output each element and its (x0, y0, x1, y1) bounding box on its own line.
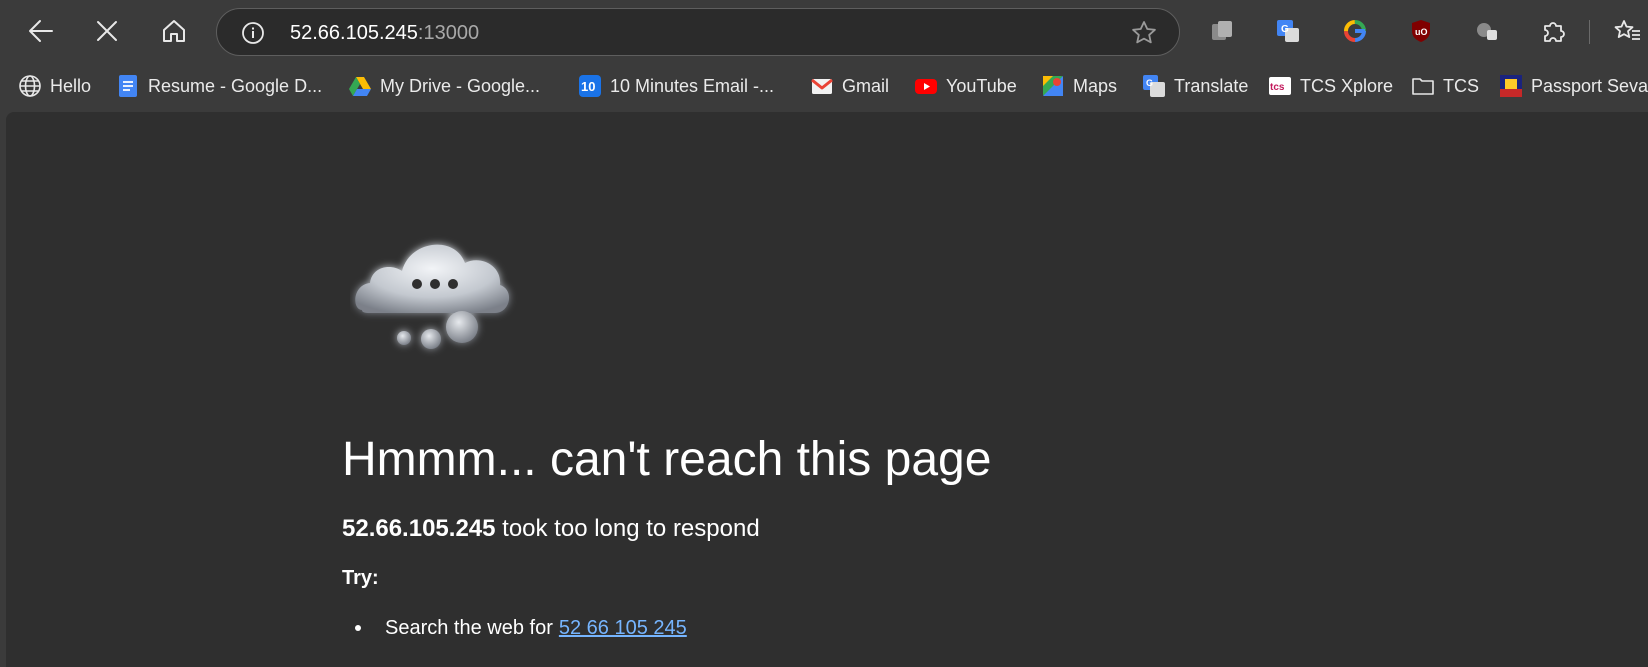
bullet (355, 625, 361, 631)
home-button[interactable] (154, 11, 194, 51)
address-host: 52.66.105.245 (290, 22, 418, 44)
favorite-passport-seva[interactable]: Passport Seva (1499, 72, 1648, 100)
stop-button[interactable] (87, 11, 127, 51)
suggestion-prefix: Search the web for (385, 617, 553, 639)
browser-toolbar: 52.66.105.245:13000 G uO (0, 0, 1648, 64)
favorite-label: Gmail (842, 75, 890, 96)
home-icon (163, 20, 185, 42)
favorite-10-minutes-email[interactable]: 10 10 Minutes Email -... (578, 72, 774, 100)
address-text[interactable]: 52.66.105.245:13000 (290, 22, 479, 44)
error-title: Hmmm... can't reach this page (342, 433, 992, 486)
favorite-translate[interactable]: G Translate (1142, 72, 1248, 100)
google-icon[interactable] (1340, 16, 1370, 46)
ublock-icon[interactable]: uO (1406, 16, 1436, 46)
gmail-icon (810, 74, 834, 98)
error-subtitle: 52.66.105.245 took too long to respond (342, 515, 760, 543)
svg-text:tcs: tcs (1270, 82, 1285, 93)
error-host: 52.66.105.245 (342, 515, 496, 542)
page-content (6, 112, 1648, 667)
svg-text:G: G (1281, 24, 1289, 35)
passport-seva-icon (1499, 74, 1523, 98)
folder-icon (1411, 74, 1435, 98)
favorite-gmail[interactable]: Gmail (810, 72, 889, 100)
error-subtitle-text: took too long to respond (495, 515, 760, 542)
try-label: Try: (342, 567, 379, 589)
star-icon[interactable] (1131, 20, 1157, 46)
google-translate-icon[interactable]: G (1273, 16, 1303, 46)
favorite-label: My Drive - Google... (380, 75, 541, 96)
google-translate-icon: G (1142, 74, 1166, 98)
favorite-label: Passport Seva (1531, 75, 1648, 96)
collections-icon[interactable] (1207, 16, 1237, 46)
google-drive-icon (348, 74, 372, 98)
favorite-hello[interactable]: Hello (18, 72, 91, 100)
suggestion-list-item: Search the web for 52 66 105 245 (355, 615, 687, 641)
back-button[interactable] (21, 11, 61, 51)
favorite-tcs-folder[interactable]: TCS (1411, 72, 1479, 100)
favorite-label: Resume - Google D... (148, 75, 323, 96)
tcs-icon: tcs (1268, 74, 1292, 98)
search-web-link[interactable]: 52 66 105 245 (559, 615, 687, 641)
cloud-icon (350, 225, 520, 360)
profile-switch-icon[interactable] (1472, 16, 1502, 46)
ten-minute-email-icon: 10 (578, 74, 602, 98)
favorite-label: TCS (1443, 75, 1479, 96)
back-arrow-icon (29, 20, 53, 42)
favorites-icon[interactable] (1612, 16, 1642, 46)
address-port: :13000 (417, 22, 480, 44)
extensions-puzzle-icon[interactable] (1538, 16, 1568, 46)
svg-text:uO: uO (1415, 27, 1428, 37)
favorite-resume[interactable]: Resume - Google D... (116, 72, 322, 100)
favorite-youtube[interactable]: YouTube (914, 72, 1017, 100)
info-icon[interactable] (241, 21, 265, 45)
favorite-label: YouTube (946, 75, 1017, 96)
favorite-maps[interactable]: Maps (1041, 72, 1117, 100)
favorite-label: Maps (1073, 75, 1118, 96)
favorite-tcs-xplore[interactable]: tcs TCS Xplore (1268, 72, 1393, 100)
globe-icon (18, 74, 42, 98)
favorite-my-drive[interactable]: My Drive - Google... (348, 72, 540, 100)
toolbar-separator (1589, 20, 1590, 44)
favorite-label: Translate (1174, 75, 1249, 96)
youtube-icon (914, 74, 938, 98)
close-icon (97, 21, 117, 41)
google-docs-icon (116, 74, 140, 98)
address-bar[interactable]: 52.66.105.245:13000 (216, 8, 1180, 56)
favorite-label: TCS Xplore (1300, 75, 1394, 96)
favorites-bar: Hello Resume - Google D... My Drive - Go… (0, 64, 1648, 108)
favorite-label: Hello (50, 75, 92, 96)
svg-text:10: 10 (581, 79, 595, 94)
favorite-label: 10 Minutes Email -... (610, 75, 775, 96)
svg-text:G: G (1146, 78, 1153, 88)
google-maps-icon (1041, 74, 1065, 98)
